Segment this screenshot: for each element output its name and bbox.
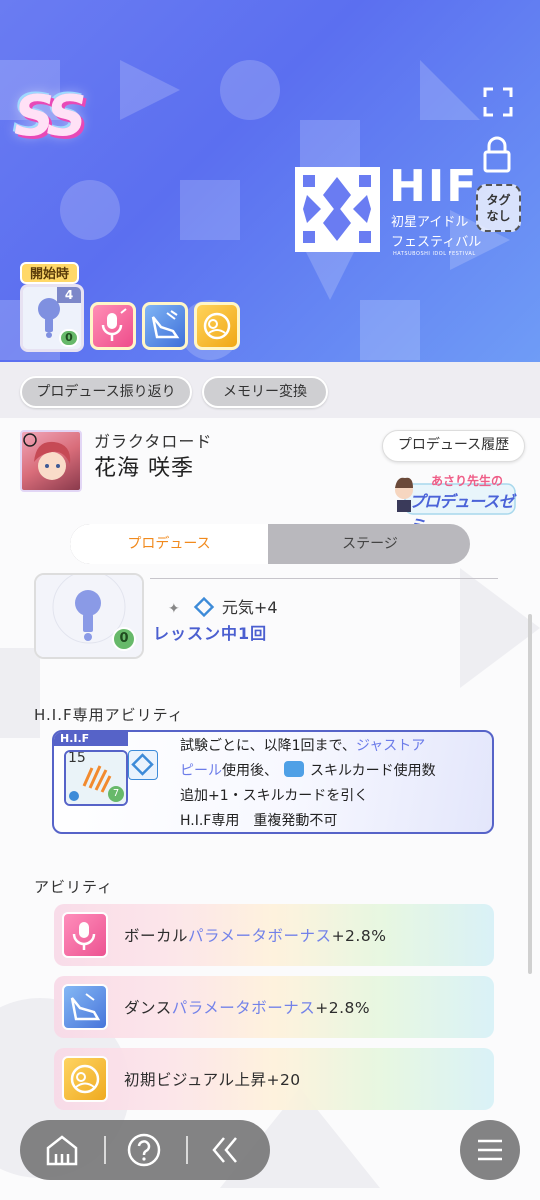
ability-item[interactable]: ダンスパラメータボーナス+2.8% <box>54 976 494 1038</box>
starting-card-dance[interactable] <box>142 302 188 350</box>
ability-highlight: パラメータボーナス <box>188 927 332 945</box>
dance-shoe-icon <box>151 310 180 339</box>
action-row: プロデュース振り返り メモリー変換 <box>0 362 540 418</box>
seminar-banner-top: あさり先生の <box>431 474 504 488</box>
hif-text-4: H.I.F専用 重複発動不可 <box>180 813 338 829</box>
nav-divider <box>186 1136 188 1164</box>
hif-name-line2: フェスティバル <box>391 235 482 250</box>
card-level: 4 <box>57 287 81 303</box>
hif-text-1b: ジャストア <box>355 738 426 754</box>
sparkle-icon: ✦ <box>168 601 180 617</box>
produce-history-button[interactable]: プロデュース履歴 <box>382 430 525 462</box>
result-header: SS HIF 初星アイドル フェスティバル HATSUBOSHI IDOL FE… <box>0 0 540 362</box>
hif-text-2a: ピール <box>180 763 222 779</box>
abilities-title: アビリティ <box>34 878 114 896</box>
card-use-icon <box>284 761 304 777</box>
fullscreen-icon[interactable] <box>482 86 514 118</box>
detail-panel: ガラクタロード 花海 咲季 プロデュース履歴 あさり先生の プロデュースゼミ プ… <box>0 418 540 1200</box>
starting-card-main[interactable]: 4 0 <box>20 284 84 352</box>
start-label: 開始時 <box>20 262 80 284</box>
hif-ability-title: H.I.F専用アビリティ <box>34 706 184 724</box>
skill-card[interactable]: 0 <box>34 573 144 659</box>
genki-diamond-icon <box>193 596 215 618</box>
hif-ability-text: 試験ごとに、以降1回まで、ジャストア ピール使用後、 スキルカード使用数 追加+1… <box>180 734 492 832</box>
hif-text-2c: スキルカード使用数 <box>310 763 436 779</box>
microphone-icon <box>101 308 127 341</box>
card-cost: 0 <box>59 329 79 347</box>
rank-badge: SS <box>14 84 87 149</box>
starting-card-visual[interactable] <box>194 302 240 350</box>
seminar-banner[interactable]: あさり先生の プロデュースゼミ <box>391 470 517 535</box>
starting-card-vocal[interactable] <box>90 302 136 350</box>
hif-tag: H.I.F <box>54 732 128 746</box>
hif-card-cost: 7 <box>108 786 124 802</box>
menu-button[interactable] <box>460 1120 520 1180</box>
idol-avatar <box>20 430 82 492</box>
produce-review-button[interactable]: プロデュース振り返り <box>20 376 192 408</box>
ability-prefix: 初期ビジュアル上昇+20 <box>124 1071 301 1089</box>
ability-prefix: ダンス <box>124 999 172 1017</box>
ability-text: ボーカルパラメータボーナス+2.8% <box>124 924 386 946</box>
nav-divider <box>104 1136 106 1164</box>
hif-text-2b: 使用後、 <box>222 763 278 779</box>
ability-highlight: パラメータボーナス <box>171 999 316 1017</box>
home-icon[interactable] <box>44 1132 80 1168</box>
hif-text-3: 追加+1・スキルカードを引く <box>180 788 369 804</box>
tag-badge-line1: タグ <box>486 193 511 207</box>
hif-skill-card[interactable]: 15 7 <box>64 750 128 806</box>
back-icon[interactable] <box>208 1132 244 1168</box>
bottom-nav <box>20 1120 270 1180</box>
memory-convert-button[interactable]: メモリー変換 <box>202 376 328 408</box>
tab-produce[interactable]: プロデュース <box>70 524 268 564</box>
ability-text: ダンスパラメータボーナス+2.8% <box>124 996 370 1018</box>
skill-card-cost: 0 <box>112 627 136 651</box>
ability-item[interactable]: 初期ビジュアル上昇+20 <box>54 1048 494 1110</box>
ability-prefix: ボーカル <box>124 927 189 945</box>
vocal-mic-icon <box>62 912 108 958</box>
ability-text: 初期ビジュアル上昇+20 <box>124 1068 301 1090</box>
hif-diamond-icon <box>128 750 158 780</box>
hif-ability-box: H.I.F 15 7 試験ごとに、以降1回まで、ジャストア ピール使用後、 スキル… <box>52 730 494 834</box>
hif-event-logo: HIF 初星アイドル フェスティバル HATSUBOSHI IDOL FESTI… <box>293 161 493 260</box>
hif-text-1a: 試験ごとに、以降1回まで、 <box>180 738 356 754</box>
ability-suffix: +2.8% <box>315 999 371 1017</box>
ability-item[interactable]: ボーカルパラメータボーナス+2.8% <box>54 904 494 966</box>
hif-card-level: 15 <box>68 750 86 766</box>
idol-card-title: ガラクタロード <box>94 432 213 451</box>
hif-logo-text: HIF <box>389 161 479 212</box>
divider <box>150 578 498 579</box>
hif-subtitle: HATSUBOSHI IDOL FESTIVAL <box>393 251 476 257</box>
tag-badge-line2: なし <box>486 209 511 223</box>
visual-icon <box>203 312 231 340</box>
produce-stage-tabs: プロデュース ステージ <box>70 524 470 564</box>
skill-condition: レッスン中1回 <box>153 624 268 643</box>
idol-name: 花海 咲季 <box>94 456 194 481</box>
tag-badge[interactable]: タグ なし <box>476 184 521 232</box>
hamburger-icon <box>478 1139 502 1161</box>
visual-icon <box>62 1056 108 1102</box>
scrollbar[interactable] <box>528 614 532 974</box>
hif-name-line1: 初星アイドル <box>391 215 469 230</box>
ability-suffix: +2.8% <box>331 927 387 945</box>
dance-shoe-icon <box>62 984 108 1030</box>
skill-effect: ✦ 元気+4 <box>168 594 278 618</box>
skill-effect-text: 元気+4 <box>221 598 278 617</box>
help-icon[interactable] <box>126 1132 162 1168</box>
tab-stage[interactable]: ステージ <box>270 524 470 564</box>
